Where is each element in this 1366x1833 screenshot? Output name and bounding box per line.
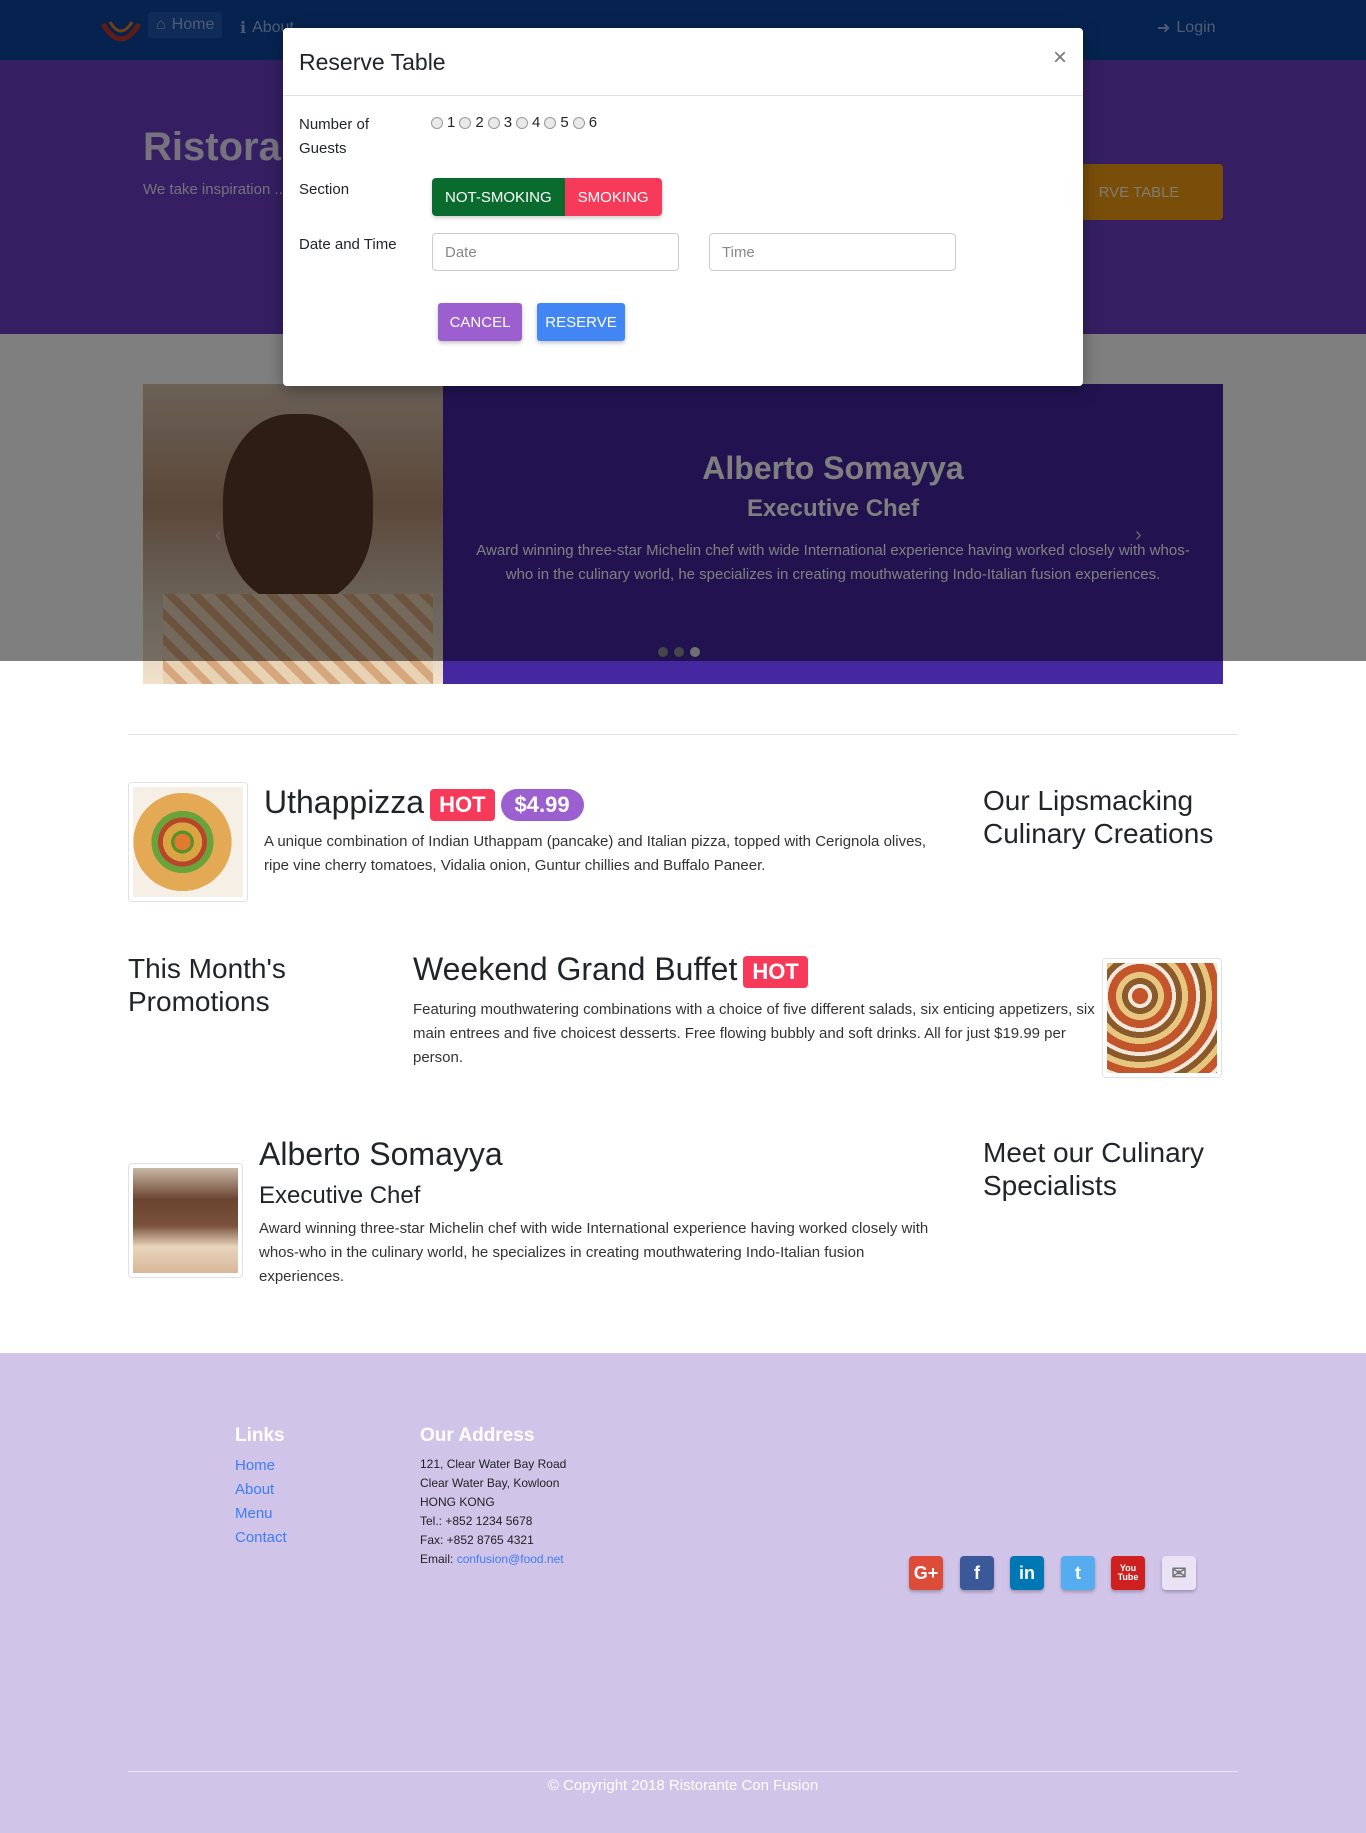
reserve-button[interactable]: RESERVE bbox=[537, 303, 625, 341]
footer: Links Home About Menu Contact Our Addres… bbox=[0, 1353, 1366, 1833]
address-tel: Tel.: +852 1234 5678 bbox=[420, 1514, 533, 1528]
address-title: Our Address bbox=[420, 1425, 535, 1446]
twitter-icon[interactable]: t bbox=[1061, 1556, 1095, 1590]
guests-radio-group: 1 2 3 4 5 6 bbox=[431, 114, 597, 131]
guest-radio-4[interactable] bbox=[516, 116, 529, 129]
guest-option-label: 4 bbox=[532, 114, 541, 131]
dish-section-title: Our Lipsmacking Culinary Creations bbox=[983, 785, 1214, 849]
promotion-section-title: This Month's Promotions bbox=[128, 953, 286, 1017]
dish-name: Uthappizza bbox=[264, 784, 425, 820]
guest-option-label: 2 bbox=[475, 114, 484, 131]
time-placeholder: Time bbox=[722, 243, 755, 261]
leader-role: Executive Chef bbox=[259, 1182, 421, 1209]
smoking-button[interactable]: SMOKING bbox=[564, 178, 662, 216]
dish-thumbnail[interactable] bbox=[128, 782, 248, 902]
mail-icon[interactable]: ✉ bbox=[1162, 1556, 1196, 1590]
address-line: Clear Water Bay, Kowloon bbox=[420, 1476, 560, 1490]
address-line: HONG KONG bbox=[420, 1495, 495, 1509]
footer-divider bbox=[128, 1771, 1238, 1772]
leader-name: Alberto Somayya bbox=[259, 1136, 503, 1172]
copyright: © Copyright 2018 Ristorante Con Fusion bbox=[547, 1777, 819, 1794]
section-label: Section bbox=[299, 181, 350, 198]
section-toggle: NOT-SMOKING SMOKING bbox=[432, 178, 662, 216]
close-icon[interactable]: × bbox=[1053, 44, 1067, 72]
footer-link-menu[interactable]: Menu bbox=[235, 1505, 273, 1522]
modal-title: Reserve Table bbox=[299, 49, 446, 75]
address-fax: Fax: +852 8765 4321 bbox=[420, 1533, 534, 1547]
hot-badge: HOT bbox=[430, 788, 495, 821]
footer-link-contact[interactable]: Contact bbox=[235, 1529, 287, 1546]
guest-option-label: 3 bbox=[503, 114, 513, 131]
email-link[interactable]: confusion@food.net bbox=[457, 1552, 564, 1566]
reserve-modal: Reserve Table × Number of Guests 1 2 3 4… bbox=[283, 28, 1083, 386]
guest-radio-1[interactable] bbox=[431, 116, 443, 129]
email-label: Email: bbox=[420, 1552, 457, 1566]
address-email: Email: confusion@food.net bbox=[420, 1550, 564, 1569]
google-plus-icon[interactable]: G+ bbox=[909, 1556, 943, 1590]
date-input[interactable]: Date bbox=[432, 233, 679, 271]
pizza-image bbox=[133, 787, 243, 897]
guest-radio-2[interactable] bbox=[459, 116, 472, 129]
leader-description: Award winning three-star Michelin chef w… bbox=[259, 1220, 929, 1285]
guest-option-label: 6 bbox=[588, 114, 598, 131]
guest-radio-3[interactable] bbox=[487, 116, 500, 129]
footer-link-about[interactable]: About bbox=[235, 1481, 274, 1498]
youtube-icon[interactable]: You Tube bbox=[1111, 1556, 1145, 1590]
guest-option-label: 1 bbox=[447, 114, 456, 131]
facebook-icon[interactable]: f bbox=[960, 1556, 994, 1590]
chef-image bbox=[133, 1168, 238, 1273]
footer-link-home[interactable]: Home bbox=[235, 1457, 275, 1474]
guest-radio-6[interactable] bbox=[572, 116, 585, 129]
promotion-heading: Weekend Grand Buffet HOT bbox=[413, 951, 808, 988]
date-placeholder: Date bbox=[445, 243, 477, 261]
leader-section-title: Meet our Culinary Specialists bbox=[983, 1137, 1204, 1201]
promotion-name: Weekend Grand Buffet bbox=[413, 951, 738, 987]
time-input[interactable]: Time bbox=[709, 233, 956, 271]
dish-heading: Uthappizza HOT $4.99 bbox=[264, 784, 584, 821]
address-line: 121, Clear Water Bay Road bbox=[420, 1457, 567, 1471]
buffet-image bbox=[1107, 963, 1217, 1073]
guests-label: Number of Guests bbox=[299, 116, 370, 157]
dish-description: A unique combination of Indian Uthappam … bbox=[264, 833, 927, 874]
hot-badge: HOT bbox=[743, 955, 808, 988]
guest-option-label: 5 bbox=[560, 114, 569, 131]
guest-radio-5[interactable] bbox=[544, 116, 557, 129]
price-badge: $4.99 bbox=[500, 788, 584, 821]
linkedin-icon[interactable]: in bbox=[1010, 1556, 1044, 1590]
cancel-button[interactable]: CANCEL bbox=[438, 303, 522, 341]
modal-header: Reserve Table × bbox=[283, 28, 1083, 96]
not-smoking-button[interactable]: NOT-SMOKING bbox=[432, 178, 565, 216]
promotion-description: Featuring mouthwatering combinations wit… bbox=[413, 1001, 1095, 1066]
leader-thumbnail[interactable] bbox=[128, 1163, 243, 1278]
divider bbox=[128, 734, 1238, 735]
links-title: Links bbox=[235, 1425, 285, 1446]
datetime-label: Date and Time bbox=[299, 236, 397, 253]
promotion-thumbnail[interactable] bbox=[1102, 958, 1222, 1078]
